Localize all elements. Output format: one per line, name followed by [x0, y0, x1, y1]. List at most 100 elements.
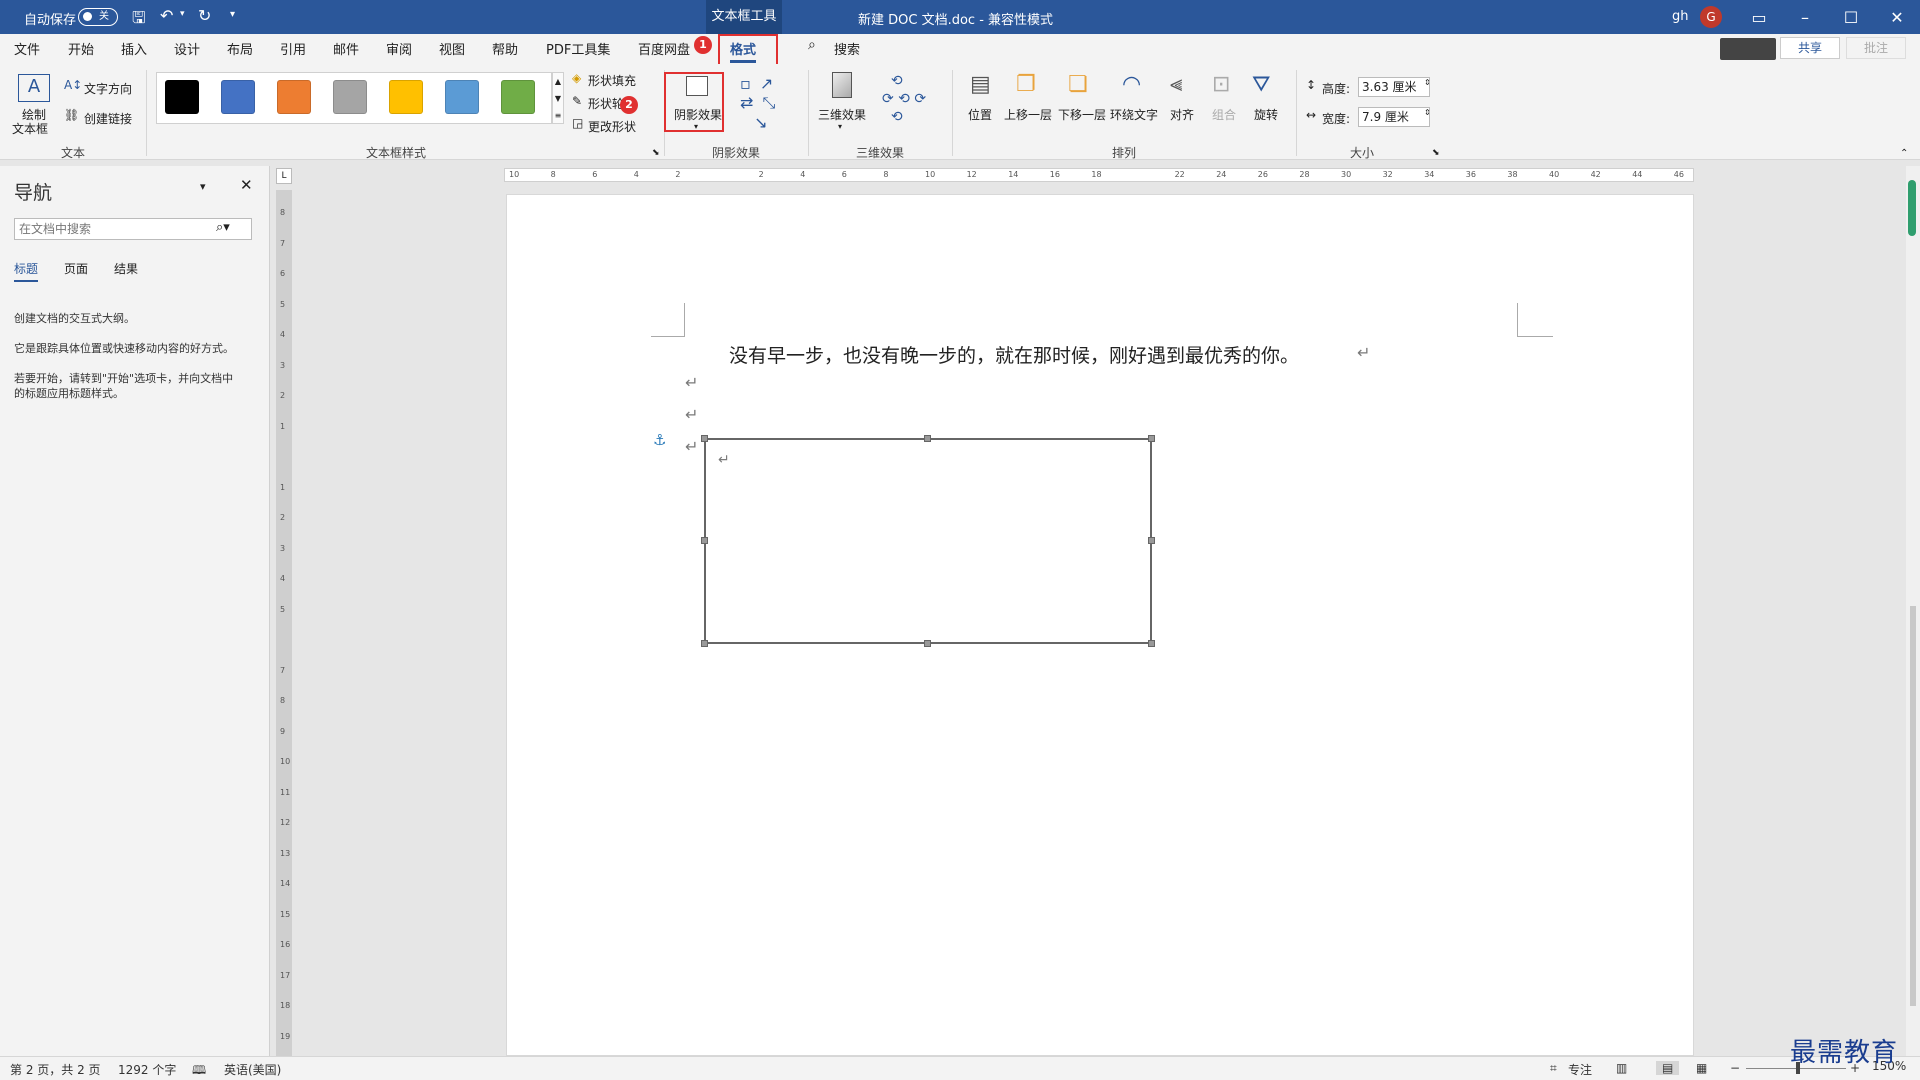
- draw-textbox-label2[interactable]: 文本框: [12, 120, 48, 137]
- vertical-scrollbar[interactable]: [1906, 166, 1920, 1056]
- collapse-ribbon-icon[interactable]: ⌃: [1900, 148, 1908, 159]
- tab-design[interactable]: 设计: [174, 39, 200, 58]
- text-box[interactable]: ↵: [701, 435, 1155, 647]
- 3d-tilt-icons[interactable]: ⟲ ⟳ ⟲ ⟳ ⟲: [882, 72, 926, 126]
- size-dialog-launcher-icon[interactable]: ⬊: [1432, 148, 1440, 158]
- shape-outline-icon[interactable]: ✎: [572, 94, 582, 108]
- nav-tab-headings[interactable]: 标题: [14, 260, 39, 282]
- scrollbar-thumb[interactable]: [1908, 180, 1916, 236]
- vertical-ruler[interactable]: 8 7 6 5 4 3 2 1 1 2 3 4 5 7 8 9 10 11 12 13 14 15 16 17 18 19: [276, 190, 292, 1056]
- group-icon[interactable]: ⊡: [1212, 72, 1230, 97]
- focus-mode-button[interactable]: 专注: [1568, 1061, 1592, 1078]
- resize-handle-s[interactable]: [924, 640, 931, 647]
- width-spinner-icon[interactable]: ⇕: [1424, 108, 1431, 117]
- ribbon-display-icon[interactable]: ▭: [1736, 0, 1782, 34]
- shadow-nudge-icons[interactable]: ▫ ↗ ⇄ ⤡ ↘: [740, 74, 777, 132]
- style-swatch-gold[interactable]: [389, 80, 423, 114]
- height-input[interactable]: 3.63 厘米: [1358, 77, 1430, 97]
- tab-baidu-netdisk[interactable]: 百度网盘: [638, 39, 690, 58]
- gallery-scroll-icon[interactable]: ▲ ▼ ≡: [552, 72, 564, 124]
- rotate-icon[interactable]: ⛛: [1252, 72, 1270, 97]
- bring-forward-icon[interactable]: ❐: [1016, 72, 1036, 97]
- position-icon[interactable]: ▤: [970, 72, 991, 97]
- position-button[interactable]: 位置: [968, 106, 992, 123]
- print-layout-icon[interactable]: ▤: [1656, 1061, 1680, 1075]
- text-direction-button[interactable]: 文字方向: [84, 80, 132, 97]
- tab-help[interactable]: 帮助: [492, 39, 518, 58]
- nav-options-icon[interactable]: ▾: [200, 180, 206, 193]
- page-count[interactable]: 第 2 页，共 2 页: [10, 1061, 101, 1078]
- style-swatch-black[interactable]: [165, 80, 199, 114]
- tab-selector-icon[interactable]: L: [276, 168, 292, 184]
- read-mode-icon[interactable]: ▥: [1616, 1061, 1627, 1075]
- avatar[interactable]: G: [1700, 6, 1722, 28]
- minimize-icon[interactable]: –: [1782, 0, 1828, 34]
- 3d-dropdown-icon[interactable]: ▾: [838, 122, 842, 131]
- tab-layout[interactable]: 布局: [227, 39, 253, 58]
- tab-pdf-tools[interactable]: PDF工具集: [546, 39, 610, 58]
- autosave-toggle[interactable]: 关: [78, 8, 118, 26]
- comments-button[interactable]: 批注: [1846, 37, 1906, 59]
- align-icon[interactable]: ⫷: [1170, 72, 1182, 97]
- send-backward-button[interactable]: 下移一层: [1058, 106, 1106, 123]
- share-button[interactable]: 共享: [1780, 37, 1840, 59]
- rotate-button[interactable]: 旋转: [1254, 106, 1278, 123]
- link-icon[interactable]: ⛓: [64, 108, 79, 122]
- style-swatch-lightblue[interactable]: [445, 80, 479, 114]
- nav-search-icon[interactable]: ⌕▾: [216, 220, 230, 235]
- customize-qat-icon[interactable]: ▾: [230, 9, 235, 20]
- tab-references[interactable]: 引用: [280, 39, 306, 58]
- web-layout-icon[interactable]: ▦: [1696, 1061, 1707, 1075]
- tab-mailings[interactable]: 邮件: [333, 39, 359, 58]
- create-link-button[interactable]: 创建链接: [84, 110, 132, 127]
- zoom-out-icon[interactable]: −: [1730, 1061, 1740, 1075]
- resize-handle-se[interactable]: [1148, 640, 1155, 647]
- group-button[interactable]: 组合: [1212, 106, 1236, 123]
- send-backward-icon[interactable]: ❏: [1068, 72, 1088, 97]
- maximize-icon[interactable]: ☐: [1828, 0, 1874, 34]
- nav-tab-results[interactable]: 结果: [114, 260, 138, 277]
- 3d-effects-button[interactable]: 三维效果: [818, 106, 866, 123]
- sogou-ime-icon[interactable]: [1720, 38, 1776, 60]
- style-swatch-gray[interactable]: [333, 80, 367, 114]
- change-shape-icon[interactable]: ◲: [572, 116, 583, 130]
- style-swatch-green[interactable]: [501, 80, 535, 114]
- resize-handle-ne[interactable]: [1148, 435, 1155, 442]
- save-icon[interactable]: 🖫: [132, 7, 146, 34]
- search-icon[interactable]: ⌕: [808, 37, 816, 53]
- dialog-launcher-icon[interactable]: ⬊: [652, 148, 660, 158]
- style-swatch-orange[interactable]: [277, 80, 311, 114]
- undo-icon[interactable]: ↶: [160, 6, 173, 25]
- resize-handle-e[interactable]: [1148, 537, 1155, 544]
- text-direction-icon[interactable]: A↕: [64, 78, 82, 92]
- tab-review[interactable]: 审阅: [386, 39, 412, 58]
- height-spinner-icon[interactable]: ⇕: [1424, 78, 1431, 87]
- proofing-icon[interactable]: 🕮: [192, 1061, 206, 1080]
- close-icon[interactable]: ✕: [1874, 0, 1920, 34]
- focus-icon[interactable]: ⌗: [1550, 1061, 1557, 1076]
- wrap-text-icon[interactable]: ◠: [1122, 72, 1141, 97]
- wrap-text-button[interactable]: 环绕文字: [1110, 106, 1158, 123]
- redo-icon[interactable]: ↻: [198, 6, 211, 25]
- align-button[interactable]: 对齐: [1170, 106, 1194, 123]
- shape-fill-icon[interactable]: ◈: [572, 71, 581, 85]
- tab-view[interactable]: 视图: [439, 39, 465, 58]
- body-paragraph[interactable]: 没有早一步，也没有晚一步的，就在那时候，刚好遇到最优秀的你。: [729, 341, 1299, 368]
- shape-outline-button[interactable]: 形状轮: [588, 95, 624, 112]
- nav-tab-pages[interactable]: 页面: [64, 260, 88, 277]
- undo-dropdown-icon[interactable]: ▾: [180, 9, 185, 19]
- word-count[interactable]: 1292 个字: [118, 1061, 176, 1078]
- 3d-effects-icon[interactable]: [832, 72, 852, 98]
- horizontal-ruler[interactable]: 10 8 6 4 2 2 4 6 8 10 12 14 16 18 22 24 26 28 30 32 34 36 38 40…: [504, 168, 1694, 182]
- resize-handle-sw[interactable]: [701, 640, 708, 647]
- resize-handle-nw[interactable]: [701, 435, 708, 442]
- bring-forward-button[interactable]: 上移一层: [1004, 106, 1052, 123]
- nav-close-icon[interactable]: ✕: [240, 176, 253, 194]
- style-swatch-blue[interactable]: [221, 80, 255, 114]
- tab-file[interactable]: 文件: [14, 39, 40, 58]
- resize-handle-n[interactable]: [924, 435, 931, 442]
- shape-fill-button[interactable]: 形状填充: [588, 72, 636, 89]
- tell-me-search[interactable]: 搜索: [834, 39, 860, 58]
- tab-home[interactable]: 开始: [68, 39, 94, 58]
- language-status[interactable]: 英语(美国): [224, 1061, 281, 1078]
